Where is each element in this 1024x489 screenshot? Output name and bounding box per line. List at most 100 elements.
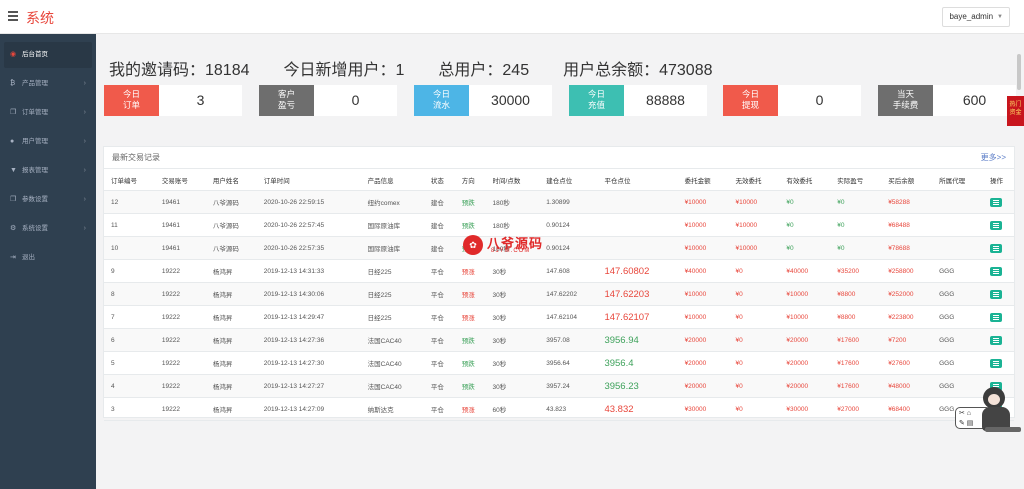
user-icon: ● [10, 138, 15, 145]
cell-dur: 30秒 [485, 282, 540, 306]
cell-name: 杨鸿昇 [205, 282, 257, 306]
cell-after: ¥68400 [881, 397, 933, 421]
sidebar-item-logout[interactable]: ⇥ 退出 [4, 245, 92, 271]
view-detail-icon[interactable] [990, 243, 1002, 253]
card-today-fee: 当天 手续费 600 [878, 85, 1016, 116]
cell-dir: 预涨 [454, 259, 486, 283]
cell-invalid: ¥10000 [728, 213, 780, 237]
cell-amount: ¥20000 [677, 374, 729, 398]
user-menu[interactable]: baye_admin ▼ [942, 7, 1010, 27]
cell-amount: ¥10000 [677, 190, 729, 214]
copy-icon: ❐ [10, 196, 17, 203]
sidebar-item-params[interactable]: ❐ 参数设置 › [4, 187, 92, 213]
cell-dir: 预跌 [454, 328, 486, 352]
cell-product: 法国CAC40 [360, 328, 424, 352]
cell-action [983, 190, 1014, 214]
cell-status: 建仓 [423, 213, 455, 237]
cell-after: ¥58288 [881, 190, 933, 214]
cell-valid: ¥0 [779, 213, 831, 237]
column-header: 建仓点位 [539, 168, 598, 191]
cell-status: 平仓 [423, 282, 455, 306]
column-header: 实际盈亏 [830, 168, 882, 191]
view-detail-icon[interactable] [990, 312, 1002, 322]
cell-valid: ¥0 [779, 190, 831, 214]
table-row: 3 19222 杨鸿昇 2019-12-13 14:27:09 纳斯达克 平仓 预涨 60秒 4… [104, 397, 1014, 421]
cell-valid: ¥40000 [779, 259, 831, 283]
table-row: 9 19222 杨鸿昇 2019-12-13 14:31:33 日经225 平仓 预涨 30秒… [104, 259, 1014, 283]
table-header-row: 订单编号 交易账号 用户姓名 订单时间 产品信息 状态 方向 时间/点数 建仓点位 平仓点位 委托金… [104, 168, 1014, 191]
cell-time: 2019-12-13 14:27:30 [256, 351, 361, 375]
view-detail-icon[interactable] [990, 289, 1002, 299]
cell-amount: ¥30000 [677, 397, 729, 421]
cell-invalid: ¥0 [728, 351, 780, 375]
cell-product: 法国CAC40 [360, 351, 424, 375]
cell-dur: 30秒 [485, 351, 540, 375]
view-detail-icon[interactable] [990, 197, 1002, 207]
watermark-site: 81YM.COM [491, 248, 531, 254]
sidebar-item-system[interactable]: ⚙ 系统设置 › [4, 216, 92, 242]
cell-time: 2019-12-13 14:30:06 [256, 282, 361, 306]
cell-status: 平仓 [423, 259, 455, 283]
cell-status: 平仓 [423, 374, 455, 398]
card-label: 今日 充值 [569, 85, 624, 116]
cell-name: 杨鸿昇 [205, 305, 257, 329]
cell-account: 19461 [154, 236, 206, 260]
side-floating-tab[interactable]: 热门资金 [1007, 96, 1024, 126]
view-detail-icon[interactable] [990, 335, 1002, 345]
cell-after: ¥258800 [881, 259, 933, 283]
card-today-deposit: 今日 充值 88888 [569, 85, 707, 116]
column-header: 平仓点位 [597, 168, 678, 191]
top-bar: 系统 baye_admin ▼ [0, 0, 1024, 34]
sidebar-item-reports[interactable]: ▼ 报表管理 › [4, 158, 92, 184]
cell-time: 2019-12-13 14:29:47 [256, 305, 361, 329]
column-header: 用户姓名 [205, 168, 257, 191]
cell-after: ¥223800 [881, 305, 933, 329]
sidebar-item-orders[interactable]: ❐ 订单管理 › [4, 100, 92, 126]
cell-account: 19222 [154, 397, 206, 421]
cell-id: 9 [104, 259, 155, 283]
more-link[interactable]: 更多>> [981, 152, 1006, 163]
cell-amount: ¥10000 [677, 213, 729, 237]
total-users: 总用户：245 [438, 62, 530, 79]
cell-amount: ¥10000 [677, 282, 729, 306]
cell-pl: ¥8800 [830, 305, 882, 329]
dashboard-icon: ◉ [10, 51, 17, 58]
cell-open: 147.608 [539, 259, 598, 283]
sidebar-item-users[interactable]: ● 用户管理 › [4, 129, 92, 155]
cell-close [597, 213, 678, 237]
cell-invalid: ¥10000 [728, 236, 780, 260]
cell-pl: ¥0 [830, 213, 882, 237]
cell-agent: GGG [932, 259, 983, 283]
cell-close: 3956.23 [597, 374, 678, 398]
cell-dir: 预涨 [454, 397, 486, 421]
cell-name: 杨鸿昇 [205, 259, 257, 283]
view-detail-icon[interactable] [990, 220, 1002, 230]
sidebar-item-label: 参数设置 [22, 196, 48, 203]
app-title: 系统 [26, 10, 54, 26]
cell-pl: ¥8800 [830, 282, 882, 306]
cell-dir: 预跌 [454, 190, 486, 214]
scrollbar-thumb[interactable] [1017, 54, 1021, 90]
cell-id: 3 [104, 397, 155, 421]
cell-account: 19461 [154, 213, 206, 237]
sidebar-item-dashboard[interactable]: ◉ 后台首页 [4, 42, 92, 68]
menu-toggle-icon[interactable] [8, 11, 18, 21]
cell-product: 国际原油库 [360, 213, 424, 237]
sidebar-item-products[interactable]: ₿ 产品管理 › [4, 71, 92, 97]
cell-after: ¥48000 [881, 374, 933, 398]
view-detail-icon[interactable] [990, 266, 1002, 276]
cell-dir: 预涨 [454, 305, 486, 329]
cell-pl: ¥0 [830, 236, 882, 260]
table-row: 6 19222 杨鸿昇 2019-12-13 14:27:36 法国CAC40 平仓 预跌 3… [104, 328, 1014, 352]
cell-product: 法国CAC40 [360, 374, 424, 398]
chevron-right-icon: › [83, 225, 86, 232]
cell-dur: 30秒 [485, 328, 540, 352]
cell-product: 日经225 [360, 282, 424, 306]
view-detail-icon[interactable] [990, 358, 1002, 368]
chevron-down-icon: ▼ [997, 14, 1003, 20]
sidebar-item-label: 退出 [22, 254, 35, 261]
cell-after: ¥7200 [881, 328, 933, 352]
chevron-right-icon: › [83, 167, 86, 174]
invite-code: 我的邀请码：18184 [109, 62, 250, 79]
column-header: 状态 [423, 168, 455, 191]
